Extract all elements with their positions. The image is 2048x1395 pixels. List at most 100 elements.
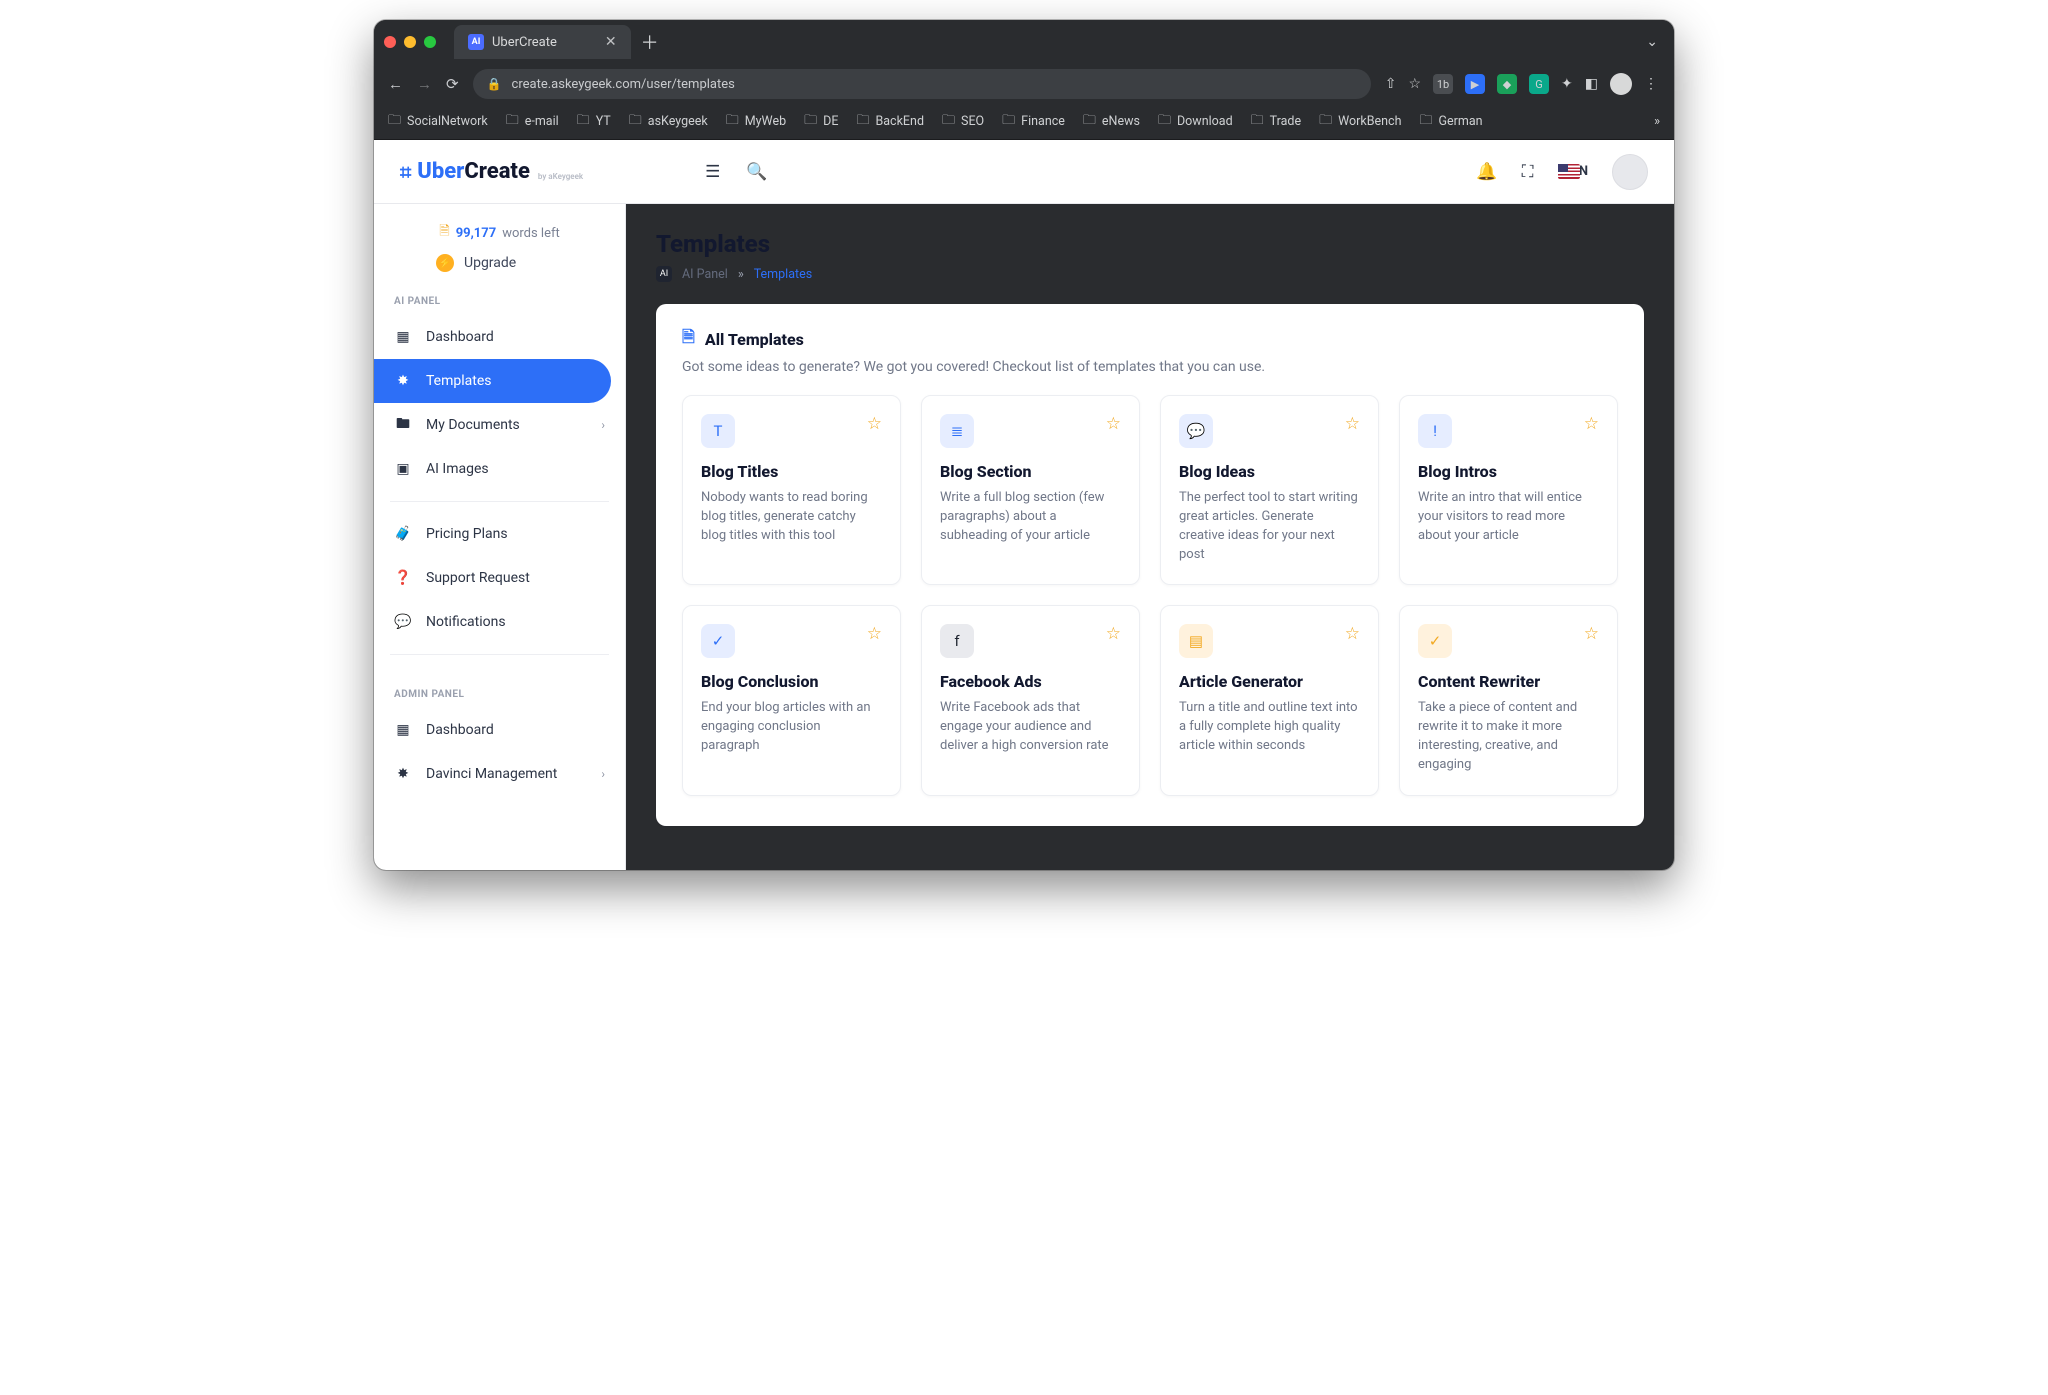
folder-icon: 🗀 (1158, 111, 1171, 133)
bookmark-item[interactable]: 🗀SocialNetwork (388, 111, 488, 133)
side-panel-button[interactable]: ◧ (1585, 76, 1598, 92)
crumb-root[interactable]: AI Panel (682, 267, 728, 282)
fullscreen-button[interactable]: ⛶ (1522, 162, 1534, 182)
templates-icon: ✸ (394, 373, 412, 389)
bookmark-item[interactable]: 🗀YT (577, 111, 611, 133)
template-description: Write a full blog section (few paragraph… (940, 489, 1121, 546)
template-description: Write Facebook ads that engage your audi… (940, 699, 1121, 756)
favorite-star-button[interactable]: ☆ (1106, 624, 1121, 644)
template-description: Turn a title and outline text into a ful… (1179, 699, 1360, 756)
template-card[interactable]: f☆Facebook AdsWrite Facebook ads that en… (921, 605, 1140, 795)
template-card[interactable]: ▤☆Article GeneratorTurn a title and outl… (1160, 605, 1379, 795)
omnibox[interactable]: 🔒 create.askeygeek.com/user/templates (473, 69, 1371, 99)
extensions-button[interactable]: ✦ (1561, 76, 1573, 92)
browser-tab-active[interactable]: AI UberCreate ✕ (454, 25, 631, 59)
sidebar-item-pricing[interactable]: 🧳 Pricing Plans (374, 512, 625, 556)
address-bar: ← → ⟳ 🔒 create.askeygeek.com/user/templa… (374, 64, 1674, 104)
sidebar-item-admin-dashboard[interactable]: ▦ Dashboard (374, 708, 625, 752)
tab-title: UberCreate (492, 35, 557, 50)
favorite-star-button[interactable]: ☆ (1584, 624, 1599, 644)
favorite-star-button[interactable]: ☆ (1345, 414, 1360, 434)
template-card[interactable]: ≣☆Blog SectionWrite a full blog section … (921, 395, 1140, 585)
bookmark-item[interactable]: 🗀Download (1158, 111, 1233, 133)
sidebar-item-davinci[interactable]: ✸ Davinci Management › (374, 752, 625, 796)
sidebar-item-documents[interactable]: 🖿 My Documents › (374, 403, 625, 447)
maximize-window-button[interactable] (424, 36, 436, 48)
chevron-right-icon: › (601, 767, 605, 781)
folder-icon: 🗀 (856, 111, 869, 133)
search-button[interactable]: 🔍 (746, 162, 767, 182)
extension-3[interactable]: ◆ (1497, 74, 1517, 94)
ai-chip-icon: AI (656, 266, 672, 282)
template-type-icon: ✓ (1418, 624, 1452, 658)
template-description: End your blog articles with an engaging … (701, 699, 882, 756)
section-label-ai: AI PANEL (374, 272, 625, 315)
document-icon: 🗎 (439, 222, 449, 244)
brand-logo[interactable]: ⌗ UberCreate by aKeygeek (400, 159, 583, 184)
favorite-star-button[interactable]: ☆ (867, 414, 882, 434)
dashboard-icon: ▦ (394, 722, 412, 738)
bookmark-item[interactable]: 🗀eNews (1083, 111, 1140, 133)
reload-button[interactable]: ⟳ (446, 75, 459, 93)
folder-icon: 🗀 (506, 111, 519, 133)
sidebar: 🗎 99,177 words left ⚡ Upgrade AI PANEL ▦… (374, 204, 626, 870)
new-tab-button[interactable]: ＋ (641, 29, 659, 55)
menu-toggle-button[interactable]: ☰ (705, 162, 720, 182)
extension-1[interactable]: 1b (1433, 74, 1453, 94)
template-title: Blog Intros (1418, 462, 1599, 481)
sidebar-item-ai-images[interactable]: ▣ AI Images (374, 447, 625, 491)
favorite-star-button[interactable]: ☆ (1345, 624, 1360, 644)
back-button[interactable]: ← (388, 75, 403, 93)
upgrade-link[interactable]: ⚡ Upgrade (374, 244, 625, 272)
favorite-star-button[interactable]: ☆ (1584, 414, 1599, 434)
bookmark-item[interactable]: 🗀German (1420, 111, 1483, 133)
template-title: Blog Titles (701, 462, 882, 481)
close-window-button[interactable] (384, 36, 396, 48)
notifications-button[interactable]: 🔔 (1476, 162, 1497, 182)
profile-button[interactable] (1610, 73, 1632, 95)
bookmark-item[interactable]: 🗀BackEnd (856, 111, 924, 133)
folder-icon: 🗀 (1251, 111, 1264, 133)
template-card[interactable]: 💬☆Blog IdeasThe perfect tool to start wr… (1160, 395, 1379, 585)
template-card[interactable]: ✓☆Blog ConclusionEnd your blog articles … (682, 605, 901, 795)
bookmark-item[interactable]: 🗀Trade (1251, 111, 1302, 133)
folder-icon: 🗀 (388, 111, 401, 133)
user-avatar[interactable] (1612, 154, 1648, 190)
bookmark-item[interactable]: 🗀e-mail (506, 111, 559, 133)
bookmarks-overflow[interactable]: » (1654, 114, 1660, 129)
folder-icon: 🖿 (394, 413, 412, 437)
bookmark-item[interactable]: 🗀WorkBench (1319, 111, 1401, 133)
sidebar-item-support[interactable]: ❓ Support Request (374, 556, 625, 600)
close-tab-button[interactable]: ✕ (605, 34, 617, 50)
browser-window: AI UberCreate ✕ ＋ ⌄ ← → ⟳ 🔒 create.askey… (374, 20, 1674, 870)
bookmark-item[interactable]: 🗀asKeygeek (629, 111, 708, 133)
template-card[interactable]: T☆Blog TitlesNobody wants to read boring… (682, 395, 901, 585)
extension-2[interactable]: ▶ (1465, 74, 1485, 94)
sidebar-item-dashboard[interactable]: ▦ Dashboard (374, 315, 625, 359)
sidebar-item-templates[interactable]: ✸ Templates (374, 359, 611, 403)
favorite-star-button[interactable]: ☆ (1106, 414, 1121, 434)
template-card[interactable]: !☆Blog IntrosWrite an intro that will en… (1399, 395, 1618, 585)
share-button[interactable]: ⇧ (1385, 76, 1397, 92)
sidebar-item-notifications[interactable]: 💬 Notifications (374, 600, 625, 644)
language-switcher[interactable]: EN (1558, 164, 1589, 179)
minimize-window-button[interactable] (404, 36, 416, 48)
favorite-star-button[interactable]: ☆ (867, 624, 882, 644)
template-type-icon: ✓ (701, 624, 735, 658)
chrome-menu-button[interactable]: ⋮ (1644, 76, 1660, 92)
panel-subtitle: Got some ideas to generate? We got you c… (682, 359, 1618, 375)
bookmark-item[interactable]: 🗀MyWeb (726, 111, 786, 133)
bookmark-star-button[interactable]: ☆ (1408, 76, 1421, 92)
bookmark-item[interactable]: 🗀DE (804, 111, 838, 133)
breadcrumb: AI AI Panel » Templates (656, 266, 1644, 282)
forward-button[interactable]: → (417, 75, 432, 93)
extension-4[interactable]: G (1529, 74, 1549, 94)
template-type-icon: ! (1418, 414, 1452, 448)
folder-icon: 🗀 (577, 111, 590, 133)
bookmarks-bar: 🗀SocialNetwork 🗀e-mail 🗀YT 🗀asKeygeek 🗀M… (374, 104, 1674, 140)
tab-overflow-button[interactable]: ⌄ (1646, 34, 1658, 50)
bookmark-item[interactable]: 🗀Finance (1002, 111, 1065, 133)
support-icon: ❓ (394, 570, 412, 586)
template-card[interactable]: ✓☆Content RewriterTake a piece of conten… (1399, 605, 1618, 795)
bookmark-item[interactable]: 🗀SEO (942, 111, 984, 133)
